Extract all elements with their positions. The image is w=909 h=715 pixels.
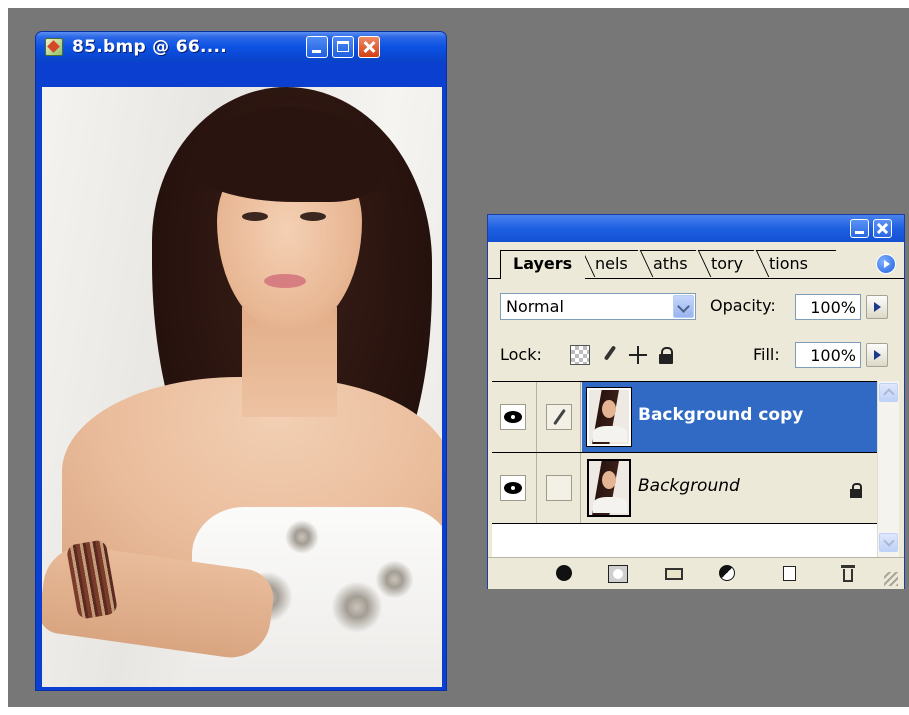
eye-icon: [505, 412, 521, 422]
tab-label: tory: [711, 254, 744, 273]
lock-image-brush-icon[interactable]: [600, 345, 620, 365]
photo-eye-left: [242, 212, 268, 221]
tab-label: aths: [653, 254, 688, 273]
fill-field[interactable]: 100%: [795, 342, 861, 368]
layer-style-icon[interactable]: [554, 565, 574, 583]
layer-name[interactable]: Background copy: [638, 405, 803, 425]
chevron-down-icon[interactable]: [673, 295, 694, 318]
layer-row-background[interactable]: Background: [492, 453, 877, 524]
document-title: 85.bmp @ 66....: [72, 37, 227, 57]
layers-scrollbar[interactable]: [877, 381, 899, 557]
visibility-toggle[interactable]: [500, 404, 526, 430]
link-box: [546, 475, 572, 501]
tab-channels[interactable]: nels: [581, 250, 651, 277]
document-titlebar[interactable]: 85.bmp @ 66....: [36, 32, 446, 62]
eye-icon: [505, 483, 521, 493]
layer-row-background-copy[interactable]: Background copy: [492, 382, 877, 453]
tab-label: Layers: [513, 254, 573, 273]
maximize-button[interactable]: [332, 36, 354, 58]
new-group-icon[interactable]: [664, 565, 684, 583]
fill-slider-arrow-icon[interactable]: [866, 343, 888, 367]
minimize-button[interactable]: [306, 36, 328, 58]
new-layer-icon[interactable]: [780, 565, 800, 583]
lock-position-move-icon[interactable]: [628, 345, 648, 365]
scroll-down-icon[interactable]: [879, 533, 898, 552]
link-cell[interactable]: [538, 382, 581, 452]
tab-label: tions: [769, 254, 808, 273]
scroll-up-icon[interactable]: [879, 383, 898, 402]
panel-footer: [488, 557, 904, 589]
tab-label: nels: [595, 254, 628, 273]
fill-label: Fill:: [753, 345, 780, 364]
tab-actions[interactable]: tions: [755, 250, 849, 277]
link-cell[interactable]: [538, 453, 581, 523]
photo-sparkle: [372, 557, 417, 602]
panel-close-button[interactable]: [873, 219, 892, 238]
layer-thumbnail[interactable]: [586, 387, 632, 447]
photo-lips: [264, 274, 306, 288]
photo-eye-right: [300, 212, 326, 221]
blend-mode-select[interactable]: Normal: [500, 293, 696, 320]
layers-list: Background copy Background: [492, 381, 877, 558]
panel-menu-button[interactable]: [876, 254, 896, 274]
lock-transparent-icon[interactable]: [570, 345, 590, 365]
blend-mode-value: Normal: [506, 297, 564, 316]
layer-mask-icon[interactable]: [608, 565, 628, 583]
opacity-slider-arrow-icon[interactable]: [866, 295, 888, 319]
close-button[interactable]: [358, 36, 380, 58]
visibility-cell[interactable]: [492, 453, 537, 523]
layers-panel: Layers nels aths tory tions Normal Opaci…: [487, 214, 905, 589]
photo-sparkle: [282, 517, 322, 557]
opacity-field[interactable]: 100%: [795, 294, 861, 320]
adjustment-layer-icon[interactable]: [718, 565, 738, 583]
visibility-cell[interactable]: [492, 382, 537, 452]
layer-name[interactable]: Background: [638, 476, 740, 496]
photoshop-document-icon: [45, 38, 63, 56]
tab-layers[interactable]: Layers: [500, 250, 585, 279]
canvas-image[interactable]: [42, 87, 442, 687]
tab-paths[interactable]: aths: [639, 250, 709, 277]
panel-titlebar[interactable]: [488, 215, 904, 242]
layer-thumbnail[interactable]: [587, 459, 631, 517]
panel-tabs: Layers nels aths tory tions: [488, 242, 904, 279]
resize-grip-icon[interactable]: [884, 572, 898, 586]
opacity-label: Opacity:: [710, 296, 776, 315]
brush-icon: [546, 404, 572, 430]
tab-history[interactable]: tory: [697, 250, 767, 277]
panel-minimize-button[interactable]: [850, 219, 869, 238]
lock-all-icon[interactable]: [656, 345, 676, 365]
visibility-toggle[interactable]: [500, 475, 526, 501]
lock-icon: [848, 483, 864, 499]
document-window: 85.bmp @ 66....: [35, 31, 447, 691]
trash-icon[interactable]: [838, 565, 858, 583]
lock-label: Lock:: [500, 345, 542, 364]
